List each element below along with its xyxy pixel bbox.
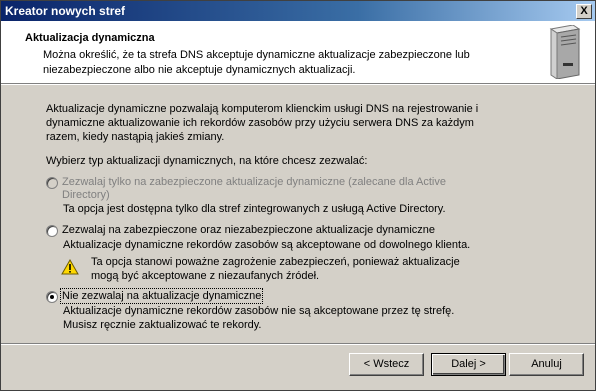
server-icon [549,25,581,79]
option-secure-and-nonsecure-description: Aktualizacje dynamiczne rekordów zasobów… [63,239,471,251]
header-subtitle: Można określić, że ta strefa DNS akceptu… [43,49,470,76]
option-no-dynamic-description: Aktualizacje dynamiczne rekordów zasobów… [63,305,455,331]
footer-divider [1,343,595,345]
wizard-header: Aktualizacja dynamiczna Można określić, … [1,21,595,84]
radio-secure-and-nonsecure[interactable] [46,225,58,237]
close-button[interactable]: X [576,4,592,19]
intro-text: Aktualizacje dynamiczne pozwalają komput… [46,103,479,143]
back-button[interactable]: < Wstecz [349,353,424,376]
option-secure-only-label: Zezwalaj tylko na zabezpieczone aktualiz… [62,176,446,201]
header-divider [1,84,595,85]
prompt-text: Wybierz typ aktualizacji dynamicznych, n… [46,155,368,167]
next-button[interactable]: Dalej > [431,353,506,376]
radio-no-dynamic[interactable] [46,291,58,303]
window-title: Kreator nowych stref [5,4,126,18]
option-no-dynamic-label-wrap[interactable]: Nie zezwalaj na aktualizacje dynamiczne [59,288,472,304]
header-title: Aktualizacja dynamiczna [25,32,155,44]
radio-secure-only [46,177,58,189]
warning-text: Ta opcja stanowi poważne zagrożenie zabe… [91,256,460,282]
wizard-window: Kreator nowych stref X Aktualizacja dyna… [0,0,596,391]
warning-icon [61,259,79,275]
title-bar[interactable]: Kreator nowych stref X [1,1,595,21]
option-secure-only-description: Ta opcja jest dostępna tylko dla stref z… [63,203,446,215]
option-no-dynamic-label[interactable]: Nie zezwalaj na aktualizacje dynamiczne [59,288,264,304]
cancel-button[interactable]: Anuluj [509,353,584,376]
option-secure-and-nonsecure-label[interactable]: Zezwalaj na zabezpieczone oraz niezabezp… [62,224,472,237]
